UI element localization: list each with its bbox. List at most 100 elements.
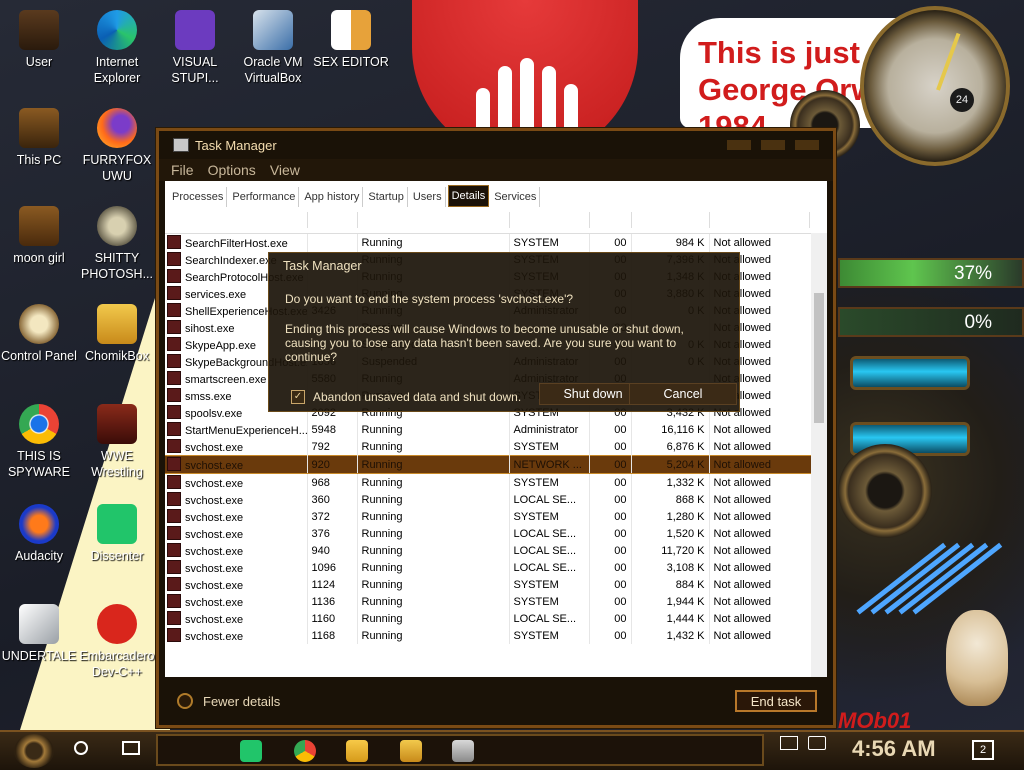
notification-center-icon[interactable]: 2 — [972, 740, 994, 760]
tab-performance[interactable]: Performance — [229, 187, 300, 207]
cpu-cell: 00 — [589, 455, 632, 474]
pid-cell-text: 360 — [311, 493, 330, 506]
table-row[interactable]: StartMenuExperienceH... 5948 Running Admini… — [165, 421, 812, 438]
uac-virtualization-cell-text: Not allowed — [713, 595, 771, 608]
table-row[interactable]: svchost.exe 920 Running NETWORK ... 00 5,204 … — [165, 455, 812, 474]
table-row[interactable]: svchost.exe 376 Running LOCAL SE... 00 1,520 … — [165, 525, 812, 542]
pid-cell-text: 376 — [311, 527, 330, 540]
desktop-icon-chrome[interactable]: THIS IS SPYWARE — [0, 404, 80, 480]
column-header-status[interactable] — [357, 212, 510, 228]
desktop-icon-hex-editor[interactable]: SEX EDITOR — [310, 10, 392, 70]
table-row[interactable]: svchost.exe 372 Running SYSTEM 00 1,280 K Not … — [165, 508, 812, 525]
user-cell: SYSTEM — [509, 593, 590, 610]
cpu-cell: 00 — [589, 559, 632, 576]
table-row[interactable]: svchost.exe 360 Running LOCAL SE... 00 868 K N… — [165, 491, 812, 508]
tab-processes[interactable]: Processes — [169, 187, 228, 207]
column-header-memory[interactable] — [631, 212, 710, 228]
tab-services[interactable]: Services — [491, 187, 541, 207]
tab-users[interactable]: Users — [409, 187, 446, 207]
column-header-user[interactable] — [509, 212, 590, 228]
close-button[interactable] — [795, 140, 819, 150]
cpu-cell: 00 — [589, 542, 632, 559]
table-row[interactable]: svchost.exe 1160 Running LOCAL SE... 00 1,444… — [165, 610, 812, 627]
dissenter-taskbar-icon[interactable] — [240, 740, 262, 762]
tab-app-history[interactable]: App history — [301, 187, 364, 207]
end-process-dialog[interactable]: Task Manager Do you want to end the syst… — [268, 252, 740, 412]
cortana-circle-icon[interactable] — [74, 741, 88, 755]
file-explorer-taskbar-icon[interactable] — [346, 740, 368, 762]
maximize-button[interactable] — [761, 140, 785, 150]
desktop-icon-dev-cpp[interactable]: Embarcadero Dev-C++ — [76, 604, 158, 680]
table-row[interactable]: svchost.exe 792 Running SYSTEM 00 6,876 K Not … — [165, 438, 812, 456]
desktop-icon-user[interactable]: User — [0, 10, 80, 70]
task-manager-window[interactable]: Task Manager File Options View Processes… — [156, 128, 836, 728]
cancel-button[interactable]: Cancel — [629, 383, 737, 405]
table-row[interactable]: svchost.exe 940 Running LOCAL SE... 00 11,720… — [165, 542, 812, 559]
table-row[interactable]: svchost.exe 1168 Running SYSTEM 00 1,432 K Not… — [165, 627, 812, 644]
pid-cell-text: 920 — [311, 458, 330, 471]
volume-muted-icon[interactable] — [808, 736, 826, 750]
network-icon[interactable] — [780, 736, 798, 750]
desktop-icon-chomikbox[interactable]: ChomikBox — [76, 304, 158, 364]
menu-view[interactable]: View — [270, 162, 300, 178]
process-icon — [167, 371, 181, 385]
status-cell-text: Running — [361, 561, 403, 574]
start-button[interactable] — [14, 734, 54, 768]
desktop-icon-gimp[interactable]: SHITTY PHOTOSH... — [76, 206, 158, 282]
column-header-row[interactable] — [165, 207, 827, 234]
task-manager-titlebar[interactable]: Task Manager — [159, 131, 833, 159]
end-task-button[interactable]: End task — [735, 690, 817, 712]
column-header-cpu[interactable] — [589, 212, 632, 228]
vertical-scrollbar[interactable] — [811, 233, 827, 677]
column-header-name[interactable] — [165, 212, 308, 228]
menu-options[interactable]: Options — [208, 162, 256, 178]
user-cell-text: SYSTEM — [513, 578, 559, 591]
menu-file[interactable]: File — [171, 162, 194, 178]
uac-virtualization-cell: Not allowed — [709, 610, 812, 627]
desktop-icon-visual-studio[interactable]: VISUAL STUPI... — [154, 10, 236, 86]
desktop-icon-audacity[interactable]: Audacity — [0, 504, 80, 564]
chrome-taskbar-icon[interactable] — [294, 740, 316, 762]
fewer-details-link[interactable]: Fewer details — [177, 693, 280, 709]
chomikbox-taskbar-icon[interactable] — [400, 740, 422, 762]
desktop-icon-this-pc[interactable]: This PC — [0, 108, 80, 168]
task-manager-taskbar-icon[interactable] — [452, 740, 474, 762]
steampunk-clock-widget: 24 — [860, 6, 1010, 166]
pid-cell-text: 968 — [311, 476, 330, 489]
audacity-icon — [19, 504, 59, 544]
column-header-pid[interactable] — [307, 212, 358, 228]
status-cell-text: Running — [361, 236, 403, 249]
uac-virtualization-cell: Not allowed — [709, 542, 812, 559]
uac-virtualization-cell: Not allowed — [709, 438, 812, 456]
desktop-icon-virtualbox[interactable]: Oracle VM VirtualBox — [232, 10, 314, 86]
desktop-icon-control-panel[interactable]: Control Panel — [0, 304, 80, 364]
table-row[interactable]: SearchFilterHost.exe Running SYSTEM 00 984 K… — [165, 234, 812, 251]
pid-cell: 372 — [307, 508, 358, 525]
desktop-icon-dissenter[interactable]: Dissenter — [76, 504, 158, 564]
desktop-icon-moon-girl[interactable]: moon girl — [0, 206, 80, 266]
process-name-cell-text: SkypeApp.exe — [185, 340, 256, 352]
desktop-icon-wwe-wrestling[interactable]: WWE Wrestling — [76, 404, 158, 480]
desktop-icon-undertale[interactable]: UNDERTALE — [0, 604, 80, 664]
table-row[interactable]: svchost.exe 1136 Running SYSTEM 00 1,944 K Not… — [165, 593, 812, 610]
abandon-data-label[interactable]: Abandon unsaved data and shut down. — [313, 390, 521, 404]
minimize-button[interactable] — [727, 140, 751, 150]
status-cell: Running — [357, 610, 510, 627]
desktop-icon-firefox[interactable]: FURRYFOX UWU — [76, 108, 158, 184]
table-row[interactable]: svchost.exe 1096 Running LOCAL SE... 00 3,108… — [165, 559, 812, 576]
memory-cell-text: 5,204 K — [666, 458, 705, 471]
abandon-data-checkbox[interactable]: ✓ — [291, 390, 305, 404]
desktop-icon-internet-explorer[interactable]: Internet Explorer — [76, 10, 158, 86]
pid-cell: 792 — [307, 438, 358, 456]
table-row[interactable]: svchost.exe 1124 Running SYSTEM 00 884 K Not a… — [165, 576, 812, 593]
scrollbar-thumb[interactable] — [814, 293, 824, 423]
table-row[interactable]: svchost.exe 968 Running SYSTEM 00 1,332 K Not … — [165, 473, 812, 491]
task-view-icon[interactable] — [122, 741, 140, 755]
lightbulb-icon — [19, 304, 59, 344]
taskbar-clock[interactable]: 4:56 AM — [852, 736, 936, 762]
column-header-uac[interactable] — [709, 212, 810, 228]
cpu-cell: 00 — [589, 525, 632, 542]
uac-virtualization-cell-text: Not allowed — [713, 423, 771, 436]
tab-details[interactable]: Details — [447, 185, 490, 207]
tab-startup[interactable]: Startup — [365, 187, 408, 207]
